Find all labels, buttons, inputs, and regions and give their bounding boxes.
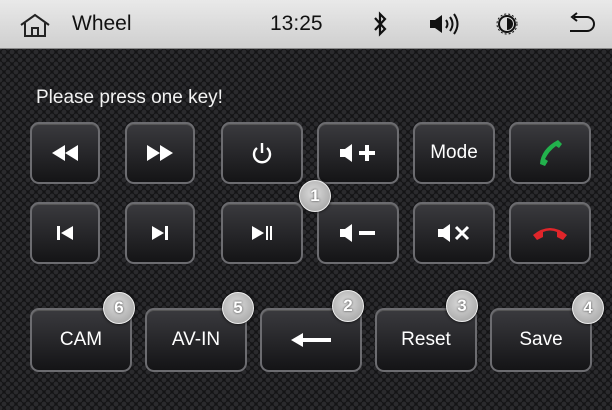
fast-forward-button[interactable] [125, 122, 195, 184]
previous-track-button[interactable] [30, 202, 100, 264]
reset-label: Reset [401, 329, 451, 350]
back-icon[interactable] [565, 12, 597, 38]
callout-badge-1: 1 [299, 180, 331, 212]
volume-up-icon [340, 144, 375, 162]
mode-button[interactable]: Mode [413, 122, 495, 184]
previous-track-icon [57, 226, 73, 240]
volume-down-icon [340, 224, 375, 242]
volume-up-button[interactable] [317, 122, 399, 184]
callout-badge-2: 2 [332, 290, 364, 322]
av-in-label: AV-IN [171, 329, 221, 350]
save-label: Save [519, 329, 563, 350]
volume-down-button[interactable] [317, 202, 399, 264]
play-pause-icon [252, 226, 272, 240]
next-track-icon [152, 226, 168, 240]
left-arrow-icon [291, 333, 331, 347]
brightness-icon[interactable] [496, 13, 518, 35]
next-track-button[interactable] [125, 202, 195, 264]
mute-icon [438, 224, 470, 242]
bluetooth-icon [374, 11, 387, 37]
rewind-button[interactable] [30, 122, 100, 184]
callout-badge-4: 4 [572, 292, 604, 324]
home-icon[interactable] [18, 12, 52, 38]
play-pause-button[interactable] [221, 202, 303, 264]
instruction-text: Please press one key! [36, 87, 223, 108]
fast-forward-icon [147, 145, 173, 161]
power-button[interactable] [221, 122, 303, 184]
phone-hangup-icon [533, 228, 567, 240]
phone-answer-icon [540, 140, 562, 166]
answer-call-button[interactable] [509, 122, 591, 184]
callout-badge-6: 6 [103, 292, 135, 324]
mute-button[interactable] [413, 202, 495, 264]
cam-label: CAM [59, 329, 103, 350]
status-bar: Wheel 13:25 [0, 0, 612, 49]
app-title: Wheel [72, 12, 132, 35]
rewind-icon [52, 145, 78, 161]
volume-icon[interactable] [428, 12, 462, 36]
hang-up-button[interactable] [509, 202, 591, 264]
clock: 13:25 [270, 12, 323, 35]
mode-label: Mode [430, 142, 478, 163]
callout-badge-3: 3 [446, 290, 478, 322]
power-icon [252, 143, 272, 164]
callout-badge-5: 5 [222, 292, 254, 324]
wheel-key-learning-screen: Wheel 13:25 Please press one key! Mode C… [0, 0, 612, 410]
